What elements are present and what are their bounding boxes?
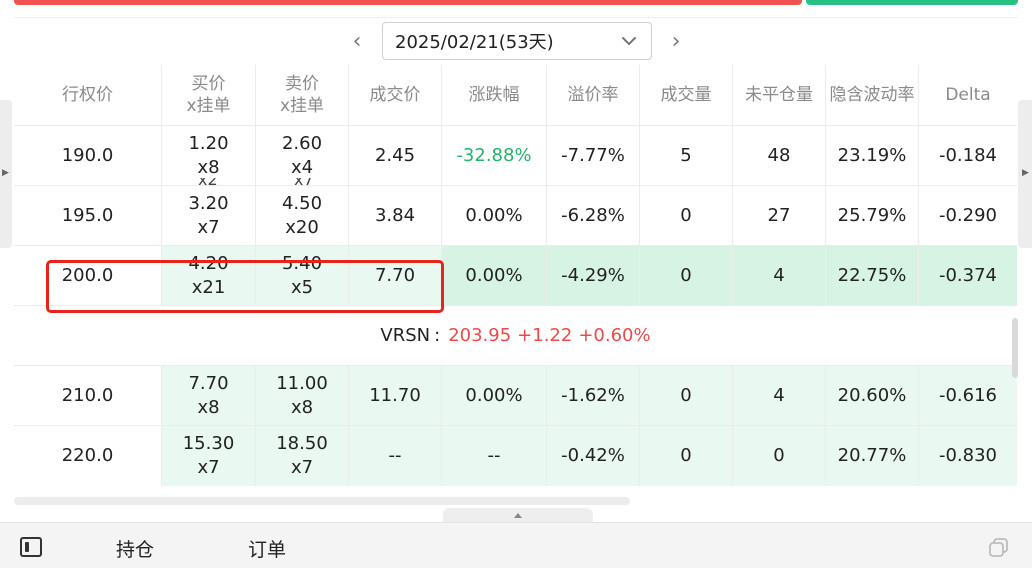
- open-interest-cell: 4: [733, 366, 826, 426]
- iv-cell: 23.19%: [826, 126, 919, 186]
- top-divider: [14, 17, 1018, 18]
- last-price-cell: 2.45: [349, 126, 442, 186]
- strike-cell: 195.0: [14, 186, 162, 246]
- last-price-cell: 11.70: [349, 366, 442, 426]
- header-last[interactable]: 成交价: [349, 65, 442, 125]
- header-delta[interactable]: Delta: [919, 65, 1017, 125]
- caret-right-icon: ▶: [1022, 168, 1029, 178]
- next-date-chevron-icon[interactable]: ›: [661, 22, 691, 60]
- delta-cell: -0.290: [938, 205, 998, 226]
- table-row[interactable]: 210.0 7.70 x8 11.00 x8 11.70 0.00% -1.62% …: [14, 365, 1017, 426]
- caret-right-icon: ▶: [2, 168, 9, 178]
- open-interest-cell: 48: [733, 126, 826, 186]
- delta-cell: -0.830: [919, 426, 1017, 486]
- change-cell: 0.00%: [442, 186, 547, 246]
- header-iv[interactable]: 隐含波动率: [826, 65, 919, 125]
- bid-cell[interactable]: 4.20 x21: [162, 246, 256, 306]
- table-row[interactable]: 220.0 15.30 x7 18.50 x7 -- -- -0.42% 0 0 2…: [14, 425, 1017, 486]
- delta-cell: -0.184: [938, 145, 998, 166]
- last-price-cell: 3.84: [349, 186, 442, 246]
- iv-cell: 25.79%: [826, 186, 919, 246]
- expiry-date-value: 2025/02/21(53天): [395, 32, 554, 53]
- ask-cell[interactable]: 18.50 x7: [256, 426, 349, 486]
- expiry-date-select[interactable]: 2025/02/21(53天): [382, 22, 652, 60]
- bid-cell[interactable]: 1.20 x8: [162, 126, 256, 186]
- premium-cell: -6.28%: [547, 186, 640, 246]
- iv-cell: 20.60%: [826, 366, 919, 426]
- premium-cell: -7.77%: [547, 126, 640, 186]
- strike-cell: 190.0: [14, 126, 162, 186]
- volume-cell: 5: [640, 126, 733, 186]
- volume-cell: 0: [640, 186, 733, 246]
- header-volume[interactable]: 成交量: [640, 65, 733, 125]
- volume-cell: 0: [640, 246, 733, 306]
- expiry-date-nav: ‹ 2025/02/21(53天) ›: [0, 22, 1032, 60]
- right-panel-handle[interactable]: ▶: [1018, 100, 1032, 248]
- last-price-cell: 7.70: [349, 246, 442, 306]
- change-cell: --: [442, 426, 547, 486]
- left-panel-handle[interactable]: ▶: [0, 100, 12, 248]
- copy-icon[interactable]: [988, 537, 1010, 559]
- change-cell: 0.00%: [442, 366, 547, 426]
- open-interest-cell: 27: [733, 186, 826, 246]
- underlying-price-row: VRSN : 203.95 +1.22 +0.60%: [14, 305, 1017, 365]
- strike-cell: 200.0: [14, 246, 162, 306]
- tab-positions[interactable]: 持仓: [116, 535, 154, 562]
- premium-cell: -0.42%: [547, 426, 640, 486]
- ask-cell[interactable]: 5.40 x5: [256, 246, 349, 306]
- underlying-price: 203.95: [448, 325, 512, 346]
- table-row[interactable]: 200.0 4.20 x21 5.40 x5 7.70 0.00% -4.29% 0…: [14, 245, 1017, 306]
- underlying-symbol: VRSN: [380, 325, 431, 346]
- ask-cell[interactable]: 4.50 x20: [256, 186, 349, 246]
- chevron-down-icon: [622, 37, 636, 45]
- open-interest-cell: 4: [733, 246, 826, 306]
- underlying-change: +1.22: [517, 325, 573, 346]
- table-header: 行权价 买价 x挂单 卖价 x挂单 成交价 涨跌幅 溢价率 成交量 未平仓量 隐含波…: [14, 65, 1017, 125]
- header-ask[interactable]: 卖价 x挂单: [256, 65, 349, 125]
- delta-cell: -0.616: [919, 366, 1017, 426]
- underlying-separator: :: [434, 325, 441, 346]
- accent-bar-red: [14, 0, 802, 5]
- header-strike[interactable]: 行权价: [14, 65, 162, 125]
- accent-bar-green: [806, 0, 1018, 5]
- horizontal-scrollbar[interactable]: [14, 497, 630, 505]
- volume-cell: 0: [640, 426, 733, 486]
- vertical-scrollbar[interactable]: [1012, 318, 1018, 378]
- header-open-interest[interactable]: 未平仓量: [733, 65, 826, 125]
- change-cell: 0.00%: [442, 246, 547, 306]
- change-cell: -32.88%: [442, 126, 547, 186]
- tab-orders[interactable]: 订单: [248, 535, 286, 562]
- header-bid[interactable]: 买价 x挂单: [162, 65, 256, 125]
- table-row[interactable]: 190.0 1.20 x8 2.60 x4 2.45 -32.88% -7.77% …: [14, 125, 1017, 186]
- premium-cell: -1.62%: [547, 366, 640, 426]
- underlying-change-pct: +0.60%: [578, 325, 651, 346]
- premium-cell: -4.29%: [547, 246, 640, 306]
- table-row[interactable]: 195.0 3.20 x7 4.50 x20 3.84 0.00% -6.28% 0…: [14, 185, 1017, 246]
- bid-cell[interactable]: 7.70 x8: [162, 366, 256, 426]
- option-chain-table: 行权价 买价 x挂单 卖价 x挂单 成交价 涨跌幅 溢价率 成交量 未平仓量 隐含波…: [14, 65, 1017, 486]
- sidebar-toggle-icon[interactable]: [20, 537, 42, 557]
- expand-panel-handle[interactable]: [443, 508, 593, 522]
- bid-cell[interactable]: 3.20 x7: [162, 186, 256, 246]
- ask-cell[interactable]: 2.60 x4: [256, 126, 349, 186]
- iv-cell: 22.75%: [826, 246, 919, 306]
- last-price-cell: --: [349, 426, 442, 486]
- strike-cell: 220.0: [14, 426, 162, 486]
- iv-cell: 20.77%: [826, 426, 919, 486]
- prev-date-chevron-icon[interactable]: ‹: [342, 22, 372, 60]
- bid-cell[interactable]: 15.30 x7: [162, 426, 256, 486]
- open-interest-cell: 0: [733, 426, 826, 486]
- strike-cell: 210.0: [14, 366, 162, 426]
- caret-up-icon: [514, 513, 522, 518]
- bottom-toolbar: 持仓 订单: [0, 522, 1032, 568]
- volume-cell: 0: [640, 366, 733, 426]
- header-change[interactable]: 涨跌幅: [442, 65, 547, 125]
- delta-cell: -0.374: [919, 246, 1017, 306]
- header-premium[interactable]: 溢价率: [547, 65, 640, 125]
- ask-cell[interactable]: 11.00 x8: [256, 366, 349, 426]
